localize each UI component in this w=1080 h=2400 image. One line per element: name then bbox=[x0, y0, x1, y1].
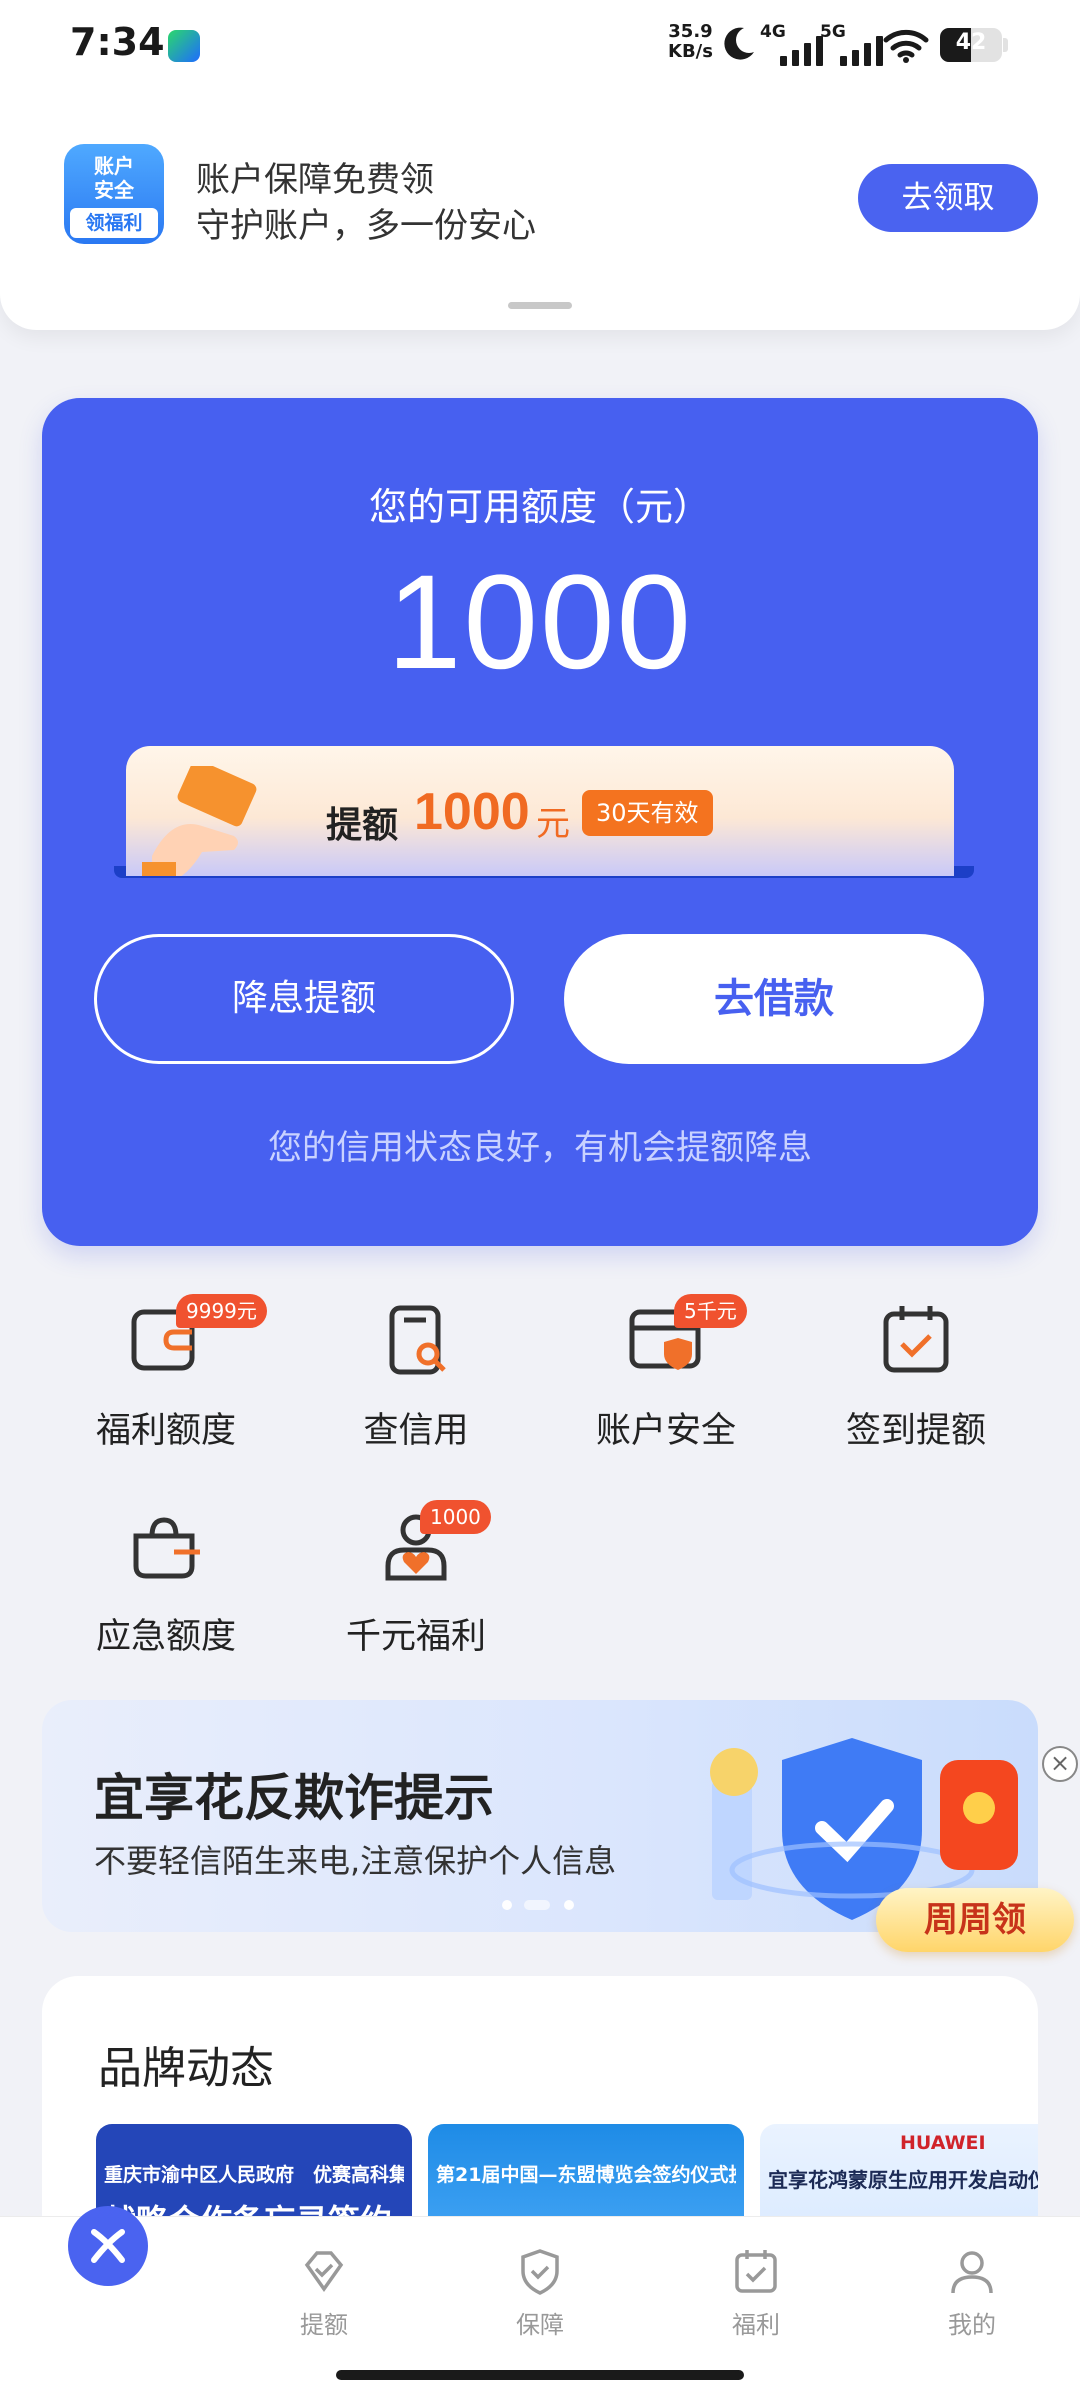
diamond-check-icon bbox=[304, 2251, 344, 2293]
grid-item-welfare-limit[interactable]: 9999元 福利额度 bbox=[56, 1294, 276, 1482]
promo-title: 账户保障免费领 bbox=[196, 160, 434, 200]
available-credit-amount: 1000 bbox=[386, 548, 694, 697]
grid-item-label: 查信用 bbox=[363, 1411, 469, 1451]
drag-handle[interactable] bbox=[508, 302, 572, 309]
nav-tab-mine[interactable]: 我的 bbox=[902, 2247, 1042, 2347]
grid-item-check-credit[interactable]: 查信用 bbox=[306, 1302, 526, 1482]
person-icon bbox=[951, 2251, 993, 2294]
nav-tab-label: 保障 bbox=[516, 2311, 564, 2339]
calendar-check-icon bbox=[735, 2250, 777, 2293]
shield-check-icon bbox=[521, 2249, 559, 2295]
nav-tab-label: 福利 bbox=[732, 2311, 780, 2339]
credit-report-icon bbox=[389, 1305, 446, 1375]
video-app-icon bbox=[168, 30, 200, 62]
welfare-limit-badge: 9999元 bbox=[176, 1294, 267, 1328]
boost-amount: 1000 bbox=[414, 783, 530, 841]
lower-rate-raise-limit-button[interactable]: 降息提额 bbox=[94, 934, 514, 1064]
pot-icon bbox=[133, 1517, 200, 1579]
signal-5g-icon: 5G bbox=[820, 22, 890, 66]
news-caption: HUAWEI bbox=[900, 2132, 986, 2154]
status-time: 7:34 bbox=[70, 20, 165, 64]
account-security-badge: 5千元 bbox=[674, 1294, 747, 1328]
nav-tab-boost[interactable]: 提额 bbox=[254, 2247, 394, 2347]
network-speed: 35.9 KB/s bbox=[668, 22, 713, 62]
battery-level: 42 bbox=[955, 30, 987, 55]
grid-item-label: 千元福利 bbox=[345, 1617, 486, 1657]
nav-tab-home[interactable] bbox=[68, 2206, 148, 2286]
grid-item-thousand-welfare[interactable]: 1000 千元福利 bbox=[306, 1500, 526, 1688]
brand-news-title: 品牌动态 bbox=[98, 2043, 274, 2094]
network-speed-unit: KB/s bbox=[668, 41, 713, 62]
news-caption: 第21届中国—东盟博览会签约仪式投资合作 bbox=[436, 2164, 736, 2186]
promo-icon-line1: 账户 bbox=[94, 154, 134, 178]
battery-tip bbox=[1003, 38, 1008, 52]
grid-item-label: 账户安全 bbox=[595, 1411, 736, 1451]
available-credit-label: 您的可用额度（元） bbox=[368, 485, 711, 529]
grid-item-account-security[interactable]: 5千元 账户安全 bbox=[556, 1294, 776, 1482]
credit-boost-banner[interactable]: 提额 1000 元 30天有效 bbox=[126, 746, 954, 876]
validity-badge: 30天有效 bbox=[582, 790, 713, 836]
nav-tab-welfare[interactable]: 福利 bbox=[686, 2247, 826, 2347]
credit-limit-card: 您的可用额度（元） 1000 提额 1000 元 30天有效 降息提额 去借款 … bbox=[42, 398, 1038, 1246]
boost-label: 提额 bbox=[326, 805, 399, 846]
wifi-icon bbox=[883, 29, 929, 63]
close-icon[interactable]: × bbox=[1042, 1746, 1078, 1782]
weekly-reward-button[interactable]: 周周领 bbox=[876, 1888, 1074, 1952]
account-protection-banner[interactable]: 账户 安全 领福利 账户保障免费领 守护账户，多一份安心 去领取 bbox=[0, 90, 1080, 330]
claim-button[interactable]: 去领取 bbox=[858, 164, 1038, 232]
promo-subtitle: 守护账户，多一份安心 bbox=[196, 206, 536, 246]
borrow-button[interactable]: 去借款 bbox=[564, 934, 984, 1064]
status-bar: 7:34 35.9 KB/s 4G 5G 42 bbox=[0, 0, 1080, 90]
carousel-indicator bbox=[502, 1900, 582, 1912]
nav-tab-label: 我的 bbox=[948, 2311, 996, 2339]
thousand-welfare-badge: 1000 bbox=[420, 1500, 491, 1534]
anti-fraud-title: 宜享花反欺诈提示 bbox=[94, 1769, 494, 1827]
network-speed-value: 35.9 bbox=[668, 21, 713, 42]
grid-item-label: 福利额度 bbox=[95, 1411, 236, 1451]
news-caption: 重庆市渝中区人民政府 优赛高科集团有限公司 bbox=[104, 2164, 404, 2186]
credit-status-note: 您的信用状态良好，有机会提额降息 bbox=[268, 1128, 812, 1168]
home-logo-icon bbox=[91, 2229, 125, 2263]
nav-tab-label: 提额 bbox=[300, 2311, 348, 2339]
nav-tab-protection[interactable]: 保障 bbox=[470, 2247, 610, 2347]
promo-icon-line2: 安全 bbox=[94, 178, 134, 202]
gesture-home-bar[interactable] bbox=[336, 2370, 744, 2380]
grid-item-checkin-boost[interactable]: 签到提额 bbox=[806, 1302, 1026, 1482]
do-not-disturb-icon bbox=[724, 27, 754, 60]
hand-coupon-icon bbox=[142, 766, 257, 876]
grid-item-emergency-limit[interactable]: 应急额度 bbox=[56, 1508, 276, 1688]
grid-item-label: 应急额度 bbox=[95, 1617, 236, 1657]
promo-icon-band: 领福利 bbox=[70, 208, 158, 238]
boost-unit: 元 bbox=[536, 804, 570, 844]
news-headline: 宜享花鸿蒙原生应用开发启动仪 bbox=[768, 2168, 1038, 2192]
account-security-icon: 账户 安全 领福利 bbox=[64, 144, 164, 244]
grid-item-label: 签到提额 bbox=[845, 1411, 986, 1451]
anti-fraud-subtitle: 不要轻信陌生来电,注意保护个人信息 bbox=[94, 1842, 617, 1880]
calendar-check-icon bbox=[883, 1306, 949, 1373]
promo-icon-text: 账户 安全 bbox=[64, 154, 164, 202]
battery-icon: 42 bbox=[940, 28, 1002, 62]
